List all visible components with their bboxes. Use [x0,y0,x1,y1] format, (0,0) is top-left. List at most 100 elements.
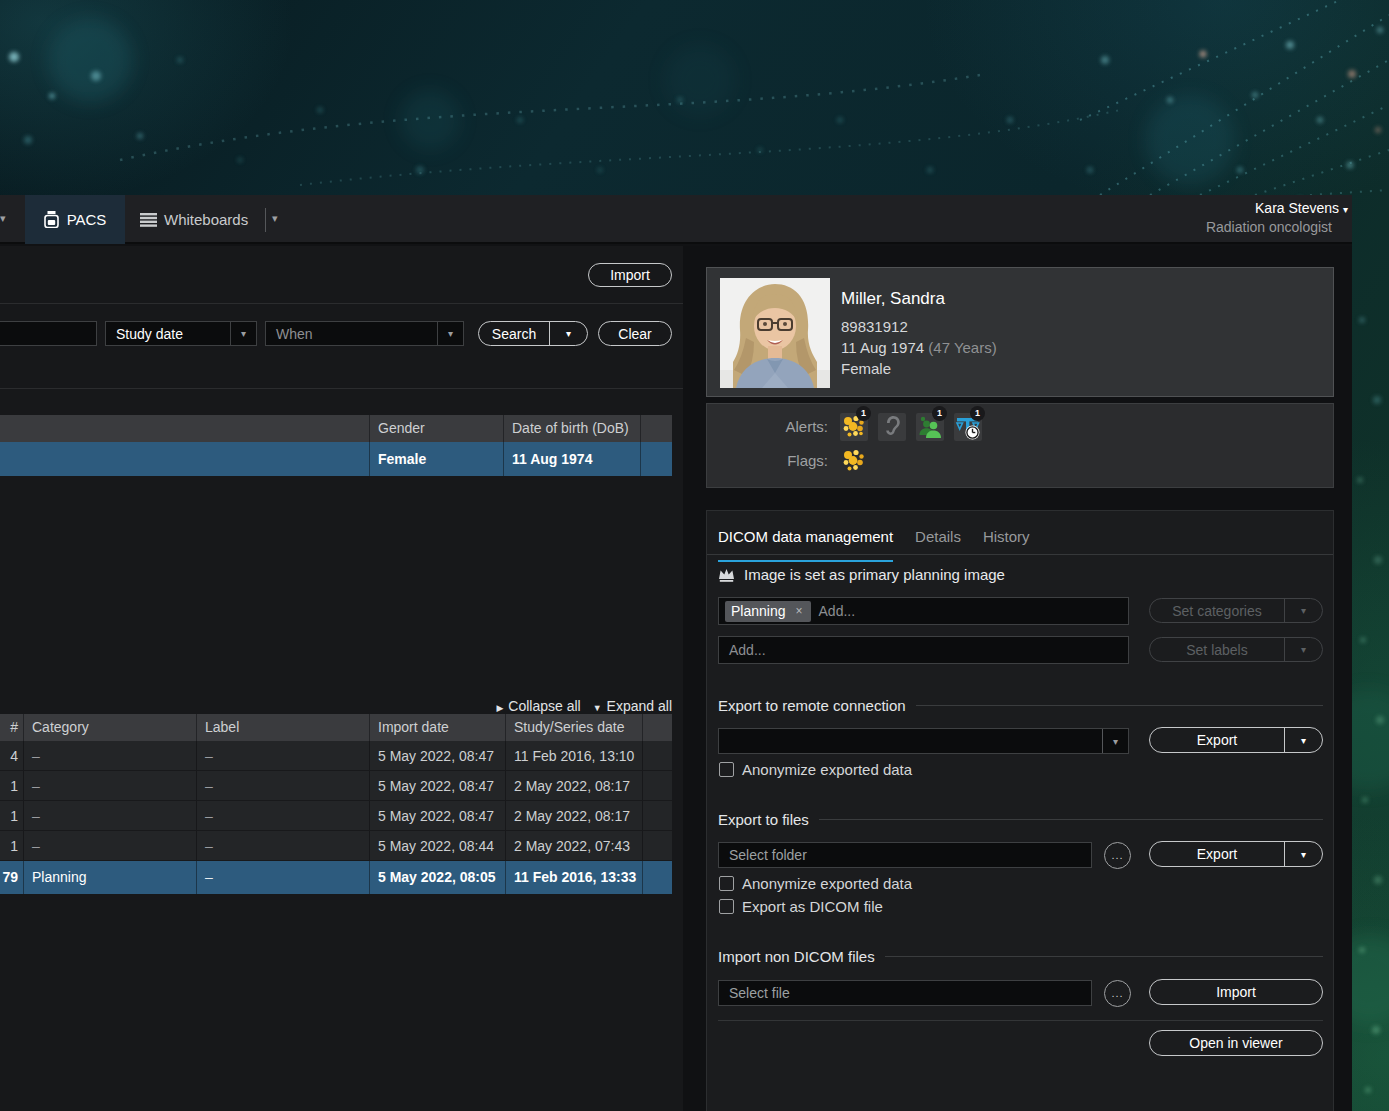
col-gender: Gender [370,415,504,442]
chevron-down-icon[interactable]: ▾ [1102,729,1128,753]
category-chip: Planning× [725,601,811,622]
study-date-select[interactable]: Study date ▾ [105,321,257,346]
content-area: Import Study date ▾ When ▾ Search ▾ Clea… [0,246,1352,1111]
set-categories-button[interactable]: Set categories ▾ [1149,598,1323,623]
study-row[interactable]: 1 – – 5 May 2022, 08:47 2 May 2022, 08:1… [0,801,672,831]
open-in-viewer-button[interactable]: Open in viewer [1149,1030,1323,1056]
study-row[interactable]: 1 – – 5 May 2022, 08:44 2 May 2022, 07:4… [0,831,672,861]
tab-pacs-label: PACS [67,211,107,228]
tab-details[interactable]: Details [915,528,961,562]
when-select[interactable]: When ▾ [265,321,464,346]
export-remote-button[interactable]: Export ▾ [1149,727,1323,753]
patients-table-header: Gender Date of birth (DoB) [0,415,672,442]
expand-all-label: Expand all [607,698,672,714]
export-files-button[interactable]: Export ▾ [1149,841,1323,867]
chevron-down-icon[interactable]: ▾ [0,212,6,225]
search-options-caret[interactable]: ▾ [549,322,587,345]
tab-whiteboards-label: Whiteboards [164,211,248,228]
alert-badge: 1 [970,406,985,421]
study-row-selected[interactable]: 79 Planning – 5 May 2022, 08:05 11 Feb 2… [0,861,672,894]
user-name: Kara Stevens [1255,200,1339,216]
export-remote-caret[interactable]: ▾ [1284,728,1322,752]
anonymize-remote-checkbox[interactable]: Anonymize exported data [719,761,912,778]
study-date-value: Study date [106,326,230,342]
divider [707,554,1333,555]
pacs-jar-icon [44,211,59,228]
whiteboards-list-icon [140,213,157,227]
categories-input[interactable]: Planning× Add... [718,597,1129,625]
remove-category-icon[interactable]: × [794,604,805,618]
set-labels-label: Set labels [1150,639,1284,661]
collapse-icon: ▶ [496,703,503,713]
divider [0,303,683,304]
tab-bar: DICOM data management Details History [718,528,1030,562]
import-studies-button[interactable]: Import [588,263,672,287]
screen: ▾ PACS Whiteboards ▾ [0,0,1389,1111]
clear-label: Clear [618,326,651,342]
col-label: Label [197,714,370,741]
tab-history[interactable]: History [983,528,1030,562]
allergy-flag-icon[interactable] [840,447,868,475]
select-file-input[interactable]: Select file [718,980,1092,1006]
select-folder-input[interactable]: Select folder [718,842,1092,868]
select-file-placeholder: Select file [729,985,790,1001]
patient-age: (47 Years) [928,339,996,356]
chevron-down-icon: ▾ [1343,204,1348,215]
remote-connection-select[interactable]: ▾ [718,728,1129,754]
labels-placeholder: Add... [729,642,766,658]
col-dob: Date of birth (DoB) [504,415,641,442]
export-as-dicom-checkbox[interactable]: Export as DICOM file [719,898,883,915]
set-categories-caret[interactable]: ▾ [1284,599,1322,622]
labels-input[interactable]: Add... [718,636,1129,664]
anonymize-files-label: Anonymize exported data [742,875,912,892]
export-files-label: Export [1150,843,1284,865]
chevron-down-icon[interactable]: ▾ [230,322,256,345]
export-as-dicom-label: Export as DICOM file [742,898,883,915]
export-files-caret[interactable]: ▾ [1284,842,1322,866]
study-row[interactable]: 4 – – 5 May 2022, 08:47 11 Feb 2016, 13:… [0,741,672,771]
left-panel: Import Study date ▾ When ▾ Search ▾ Clea… [0,246,683,1111]
collapse-all-label: Collapse all [508,698,580,714]
col-category: Category [24,714,197,741]
expand-all-button[interactable]: ▼ Expand all [593,698,672,714]
col-import-date: Import date [370,714,506,741]
expand-icon: ▼ [593,703,602,713]
patient-search-input[interactable] [0,321,97,346]
search-button[interactable]: Search ▾ [478,321,588,346]
checkbox[interactable] [719,876,734,891]
patient-gender: Female [841,360,891,377]
tab-whiteboards[interactable]: Whiteboards [140,195,248,244]
alert-badge: 1 [932,406,947,421]
divider [265,208,266,232]
export-remote-label: Export [1150,729,1284,751]
checkbox[interactable] [719,762,734,777]
chevron-down-icon[interactable]: ▾ [437,322,463,345]
alerts-label: Alerts: [740,418,828,435]
alert-badge: 1 [856,406,871,421]
crown-icon [718,568,735,582]
anonymize-files-checkbox[interactable]: Anonymize exported data [719,875,912,892]
collapse-all-button[interactable]: ▶ Collapse all [496,698,580,714]
checkbox[interactable] [719,899,734,914]
whiteboards-chevron-down-icon[interactable]: ▾ [272,212,278,225]
col-study-date: Study/Series date [506,714,643,741]
user-menu[interactable]: Kara Stevens ▾ [1206,200,1348,218]
tab-dicom-data-management[interactable]: DICOM data management [718,528,893,562]
hearing-alert-icon[interactable] [878,413,906,441]
patient-row-selected[interactable]: Female 11 Aug 1974 [0,442,672,476]
studies-table-header: # Category Label Import date Study/Serie… [0,714,672,741]
dicom-panel: DICOM data management Details History Im… [706,510,1334,1111]
user-role: Radiation oncologist [1206,218,1348,237]
set-labels-button[interactable]: Set labels ▾ [1149,637,1323,662]
select-folder-placeholder: Select folder [729,847,807,863]
import-file-button[interactable]: Import [1149,979,1323,1005]
tab-pacs[interactable]: PACS [25,195,125,244]
set-labels-caret[interactable]: ▾ [1284,638,1322,661]
browse-folder-button[interactable]: ... [1104,842,1131,869]
categories-placeholder: Add... [819,603,856,619]
study-row[interactable]: 1 – – 5 May 2022, 08:47 2 May 2022, 08:1… [0,771,672,801]
open-in-viewer-label: Open in viewer [1189,1035,1282,1051]
clear-button[interactable]: Clear [598,321,672,346]
browse-file-button[interactable]: ... [1104,980,1131,1007]
patient-id: 89831912 [841,318,908,335]
